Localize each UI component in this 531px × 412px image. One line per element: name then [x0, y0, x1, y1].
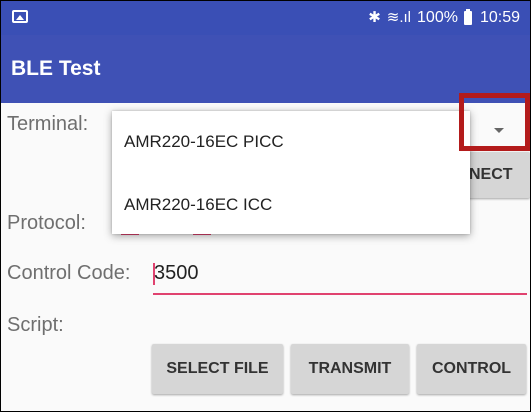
control-button[interactable]: CONTROL — [417, 344, 526, 394]
bluetooth-icon: ✱ — [368, 9, 381, 26]
status-bar: ✱ ≋.ıl 100% 10:59 — [1, 1, 530, 35]
select-file-button-label: SELECT FILE — [166, 360, 269, 377]
clock: 10:59 — [479, 9, 520, 26]
script-label: Script: — [7, 314, 64, 336]
transmit-button-label: TRANSMIT — [308, 360, 392, 377]
select-file-button[interactable]: SELECT FILE — [152, 344, 283, 394]
transmit-button[interactable]: TRANSMIT — [291, 344, 409, 394]
battery-icon — [463, 9, 472, 25]
status-indicators: ✱ ≋.ıl 100% 10:59 — [368, 9, 520, 27]
control-code-label: Control Code: — [7, 262, 131, 284]
control-button-label: CONTROL — [431, 360, 512, 377]
highlight-annotation-box — [459, 93, 530, 151]
connect-button[interactable]: NECT — [461, 152, 530, 198]
wifi-signal-icon: ≋.ıl — [386, 9, 412, 26]
dropdown-item-picc[interactable]: AMR220-16EC PICC — [124, 132, 284, 152]
app-title: BLE Test — [11, 57, 101, 80]
app-bar: BLE Test — [1, 35, 530, 103]
connect-button-label: NECT — [469, 166, 513, 183]
control-code-input[interactable]: 3500 — [154, 262, 199, 285]
app-screen: ✱ ≋.ıl 100% 10:59 BLE Test Terminal: NEC… — [0, 0, 531, 412]
control-code-underline — [153, 293, 527, 295]
dropdown-item-icc[interactable]: AMR220-16EC ICC — [124, 195, 272, 215]
image-icon — [12, 10, 28, 23]
protocol-label: Protocol: — [7, 212, 86, 234]
battery-level: 100% — [417, 9, 458, 26]
terminal-dropdown-menu: AMR220-16EC PICC AMR220-16EC ICC — [112, 111, 470, 234]
terminal-label: Terminal: — [7, 113, 89, 135]
